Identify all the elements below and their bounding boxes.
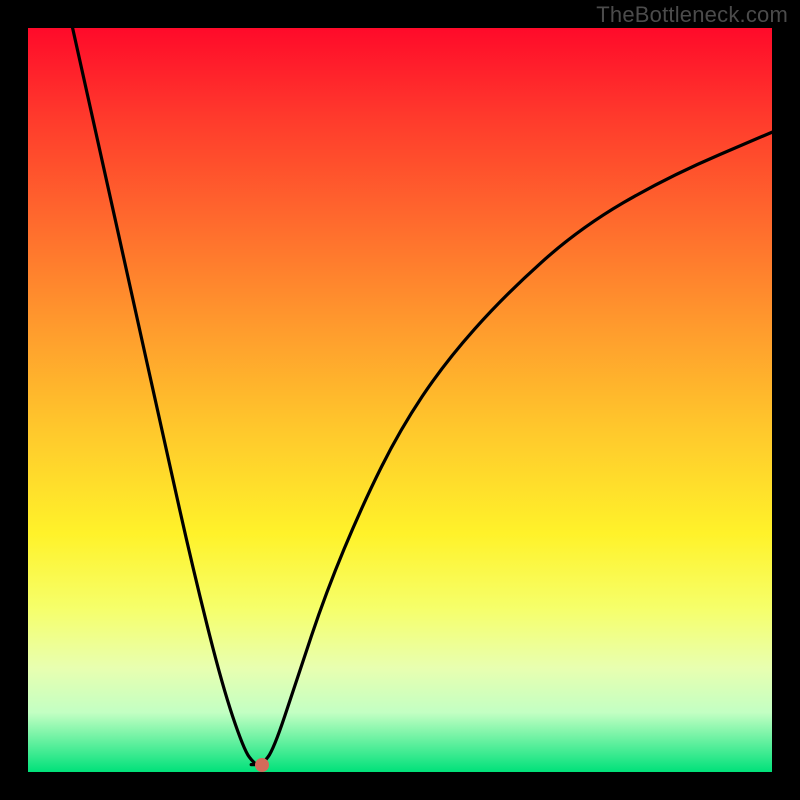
chart-plot-area [28,28,772,772]
chart-marker [255,758,269,772]
chart-curve [28,28,772,772]
chart-frame: TheBottleneck.com [0,0,800,800]
watermark-text: TheBottleneck.com [596,2,788,28]
